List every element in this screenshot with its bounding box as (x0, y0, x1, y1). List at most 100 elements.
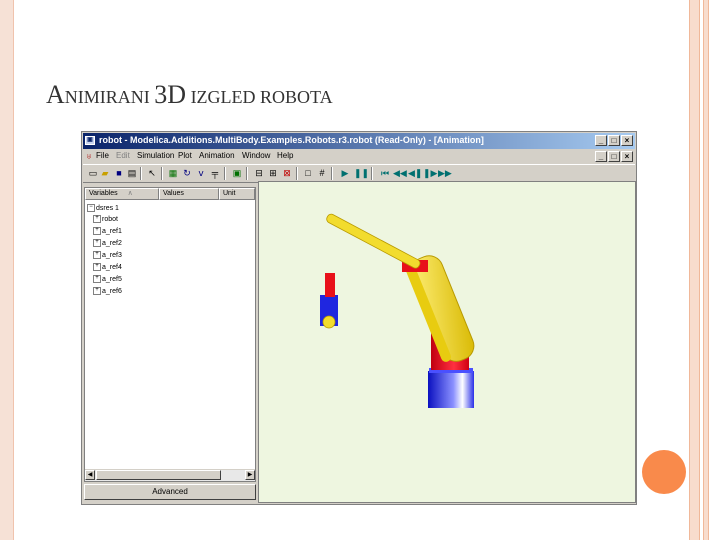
tree-item-a-ref3[interactable]: + a_ref3 (93, 251, 122, 259)
slide-orange-circle (642, 450, 686, 494)
slide-title-part2: IZGLED ROBOTA (186, 87, 333, 107)
expand-icon[interactable]: + (93, 251, 101, 259)
view-close-icon[interactable]: ⊠ (281, 167, 293, 179)
reverse-fast-icon[interactable]: ◀◀ (393, 167, 407, 179)
close-button[interactable]: × (621, 135, 633, 146)
tree-item-robot[interactable]: + robot (93, 215, 118, 223)
window-caption-buttons: _ □ × (595, 135, 633, 146)
scrollbar-thumb[interactable] (96, 470, 221, 480)
slide-title-initial: A (46, 80, 65, 109)
mdi-child-icon[interactable]: ♅ (86, 152, 92, 161)
slide-title-part1: NIMIRANI (64, 87, 155, 107)
mdi-caption-buttons: _ □ × (595, 151, 633, 162)
expand-icon[interactable]: + (93, 227, 101, 235)
tree-item-label: a_ref3 (102, 251, 122, 259)
slide-right-accent-bar-2 (703, 0, 709, 540)
robot-3d-model (320, 213, 475, 408)
mdi-close-button[interactable]: × (621, 151, 633, 162)
toolbar-separator (224, 167, 226, 180)
mdi-restore-button[interactable]: □ (608, 151, 620, 162)
menu-window[interactable]: Window (242, 151, 270, 160)
print-icon[interactable]: ▤ (126, 167, 138, 179)
toolbar-separator (296, 167, 298, 180)
expand-icon[interactable]: + (93, 275, 101, 283)
rewind-start-icon[interactable]: ⏮ (379, 167, 391, 179)
slide-left-accent-bar (0, 0, 13, 540)
robot-wrist-joint (322, 315, 336, 329)
column-header-variables[interactable]: Variables ∧ (85, 188, 159, 200)
expand-icon[interactable]: + (93, 239, 101, 247)
app-icon[interactable]: ▣ (85, 136, 95, 145)
toolbar-separator (371, 167, 373, 180)
tree-root-label: dsres 1 (96, 204, 119, 212)
expand-icon[interactable]: + (93, 215, 101, 223)
toolbar-separator (246, 167, 248, 180)
play-icon[interactable]: ▶ (339, 167, 351, 179)
pause-icon[interactable]: ❚❚ (354, 167, 369, 179)
new-icon[interactable]: ▭ (87, 167, 99, 179)
variable-icon[interactable]: ⅴ (195, 167, 207, 179)
horizontal-scrollbar[interactable]: ◀ ▶ (85, 469, 255, 481)
menu-help[interactable]: Help (277, 151, 293, 160)
robot-forearm (326, 213, 421, 269)
tree-item-a-ref4[interactable]: + a_ref4 (93, 263, 122, 271)
expand-icon[interactable]: + (93, 263, 101, 271)
tree-item-a-ref5[interactable]: + a_ref5 (93, 275, 122, 283)
animation-window-icon[interactable]: ▣ (231, 167, 243, 179)
expand-icon[interactable]: + (93, 287, 101, 295)
menu-edit[interactable]: Edit (116, 151, 130, 160)
window-title: robot - Modelica.Additions.MultiBody.Exa… (99, 135, 484, 145)
toolbar-separator (140, 167, 142, 180)
tree-item-label: robot (102, 215, 118, 223)
robot-base (428, 371, 474, 408)
tree-item-label: a_ref6 (102, 287, 122, 295)
animation-3d-view[interactable] (258, 181, 636, 503)
list-icon[interactable]: ▦ (167, 167, 179, 179)
menu-plot[interactable]: Plot (178, 151, 192, 160)
maximize-button[interactable]: □ (608, 135, 620, 146)
grid-icon[interactable]: # (316, 167, 328, 179)
slide-title: ANIMIRANI 3D IZGLED ROBOTA (46, 80, 333, 110)
tree-item-label: a_ref2 (102, 239, 122, 247)
open-icon[interactable]: ▰ (99, 167, 111, 179)
slide-left-accent-line (13, 0, 14, 540)
minimize-button[interactable]: _ (595, 135, 607, 146)
column-header-unit[interactable]: Unit (219, 188, 255, 200)
column-header-values[interactable]: Values (159, 188, 219, 200)
dymola-window: ▣ robot - Modelica.Additions.MultiBody.E… (81, 131, 637, 505)
table-icon[interactable]: ╤ (209, 167, 221, 179)
collapse-icon[interactable]: − (87, 204, 95, 212)
tree-item-a-ref2[interactable]: + a_ref2 (93, 239, 122, 247)
window-titlebar[interactable]: ▣ robot - Modelica.Additions.MultiBody.E… (83, 133, 635, 149)
sort-icon: ∧ (127, 190, 133, 197)
tree-root[interactable]: − dsres 1 (87, 204, 119, 212)
menu-simulation[interactable]: Simulation (137, 151, 174, 160)
view-tile-icon[interactable]: ⊞ (267, 167, 279, 179)
save-icon[interactable]: ■ (113, 167, 125, 179)
advanced-button[interactable]: Advanced (84, 484, 256, 500)
menu-bar: ♅ File Edit Simulation Plot Animation Wi… (83, 150, 635, 163)
slide-title-3d: 3D (154, 80, 187, 109)
tree-item-a-ref1[interactable]: + a_ref1 (93, 227, 122, 235)
tree-item-label: a_ref5 (102, 275, 122, 283)
tree-item-a-ref6[interactable]: + a_ref6 (93, 287, 122, 295)
column-label-variables: Variables (89, 190, 118, 197)
variables-browser: Variables ∧ Values Unit − dsres 1 + robot … (84, 187, 256, 482)
select-icon[interactable]: □ (302, 167, 314, 179)
menu-file[interactable]: File (96, 151, 109, 160)
scroll-left-arrow-icon[interactable]: ◀ (85, 470, 95, 480)
help-pointer-icon[interactable]: ↖ (146, 167, 158, 179)
step-back-icon[interactable]: ◀❚ (408, 167, 422, 179)
tree-item-label: a_ref1 (102, 227, 122, 235)
refresh-icon[interactable]: ↻ (181, 167, 193, 179)
step-forward-icon[interactable]: ❚▶ (423, 167, 437, 179)
forward-fast-icon[interactable]: ▶▶ (438, 167, 452, 179)
tree-item-label: a_ref4 (102, 263, 122, 271)
menu-animation[interactable]: Animation (199, 151, 235, 160)
robot-gripper-red (325, 273, 335, 297)
slide-right-accent-bar (689, 0, 700, 540)
scroll-right-arrow-icon[interactable]: ▶ (245, 470, 255, 480)
view-window-icon[interactable]: ⊟ (253, 167, 265, 179)
toolbar-separator (331, 167, 333, 180)
mdi-minimize-button[interactable]: _ (595, 151, 607, 162)
